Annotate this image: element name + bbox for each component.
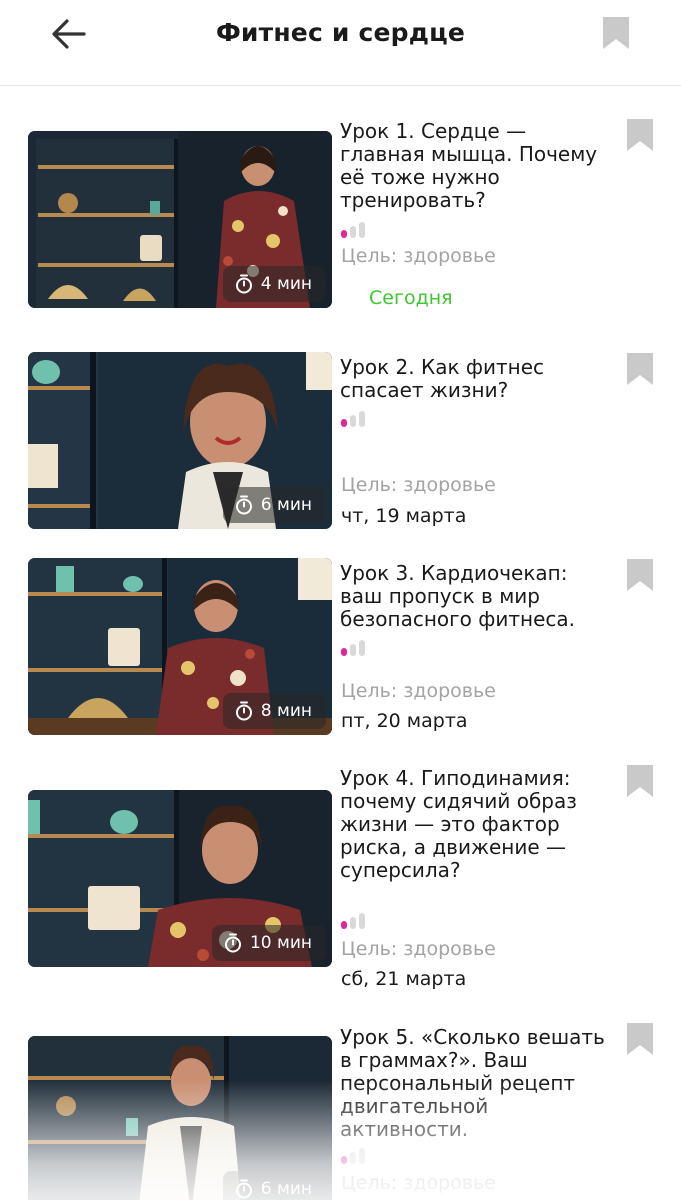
duration-badge: 6 мин xyxy=(222,487,326,523)
duration-badge: 4 мин xyxy=(222,266,326,302)
lesson-thumbnail[interactable]: 8 мин xyxy=(28,558,332,735)
lesson-thumbnail[interactable]: 6 мин xyxy=(28,1036,332,1200)
lesson-title[interactable]: Урок 4. Гиподинамия: почему сидячий обра… xyxy=(340,767,610,882)
lesson-thumbnail[interactable]: 4 мин xyxy=(28,131,332,308)
bookmark-icon xyxy=(627,1023,653,1055)
duration-text: 4 мин xyxy=(260,274,312,294)
duration-text: 8 мин xyxy=(260,701,312,721)
lesson-goal: Цель: здоровье xyxy=(341,245,496,267)
lesson-title[interactable]: Урок 1. Сердце — главная мышца. Почему е… xyxy=(340,120,610,212)
duration-badge: 6 мин xyxy=(222,1171,326,1200)
lesson-date: сб, 21 марта xyxy=(341,968,467,990)
bookmark-icon xyxy=(627,559,653,591)
duration-text: 6 мин xyxy=(260,1179,312,1199)
lesson-goal: Цель: здоровье xyxy=(341,938,496,960)
top-bar: Фитнес и сердце xyxy=(0,0,681,86)
bookmark-icon xyxy=(627,765,653,797)
duration-badge: 8 мин xyxy=(222,693,326,729)
lesson-bookmark-button[interactable] xyxy=(626,1022,654,1056)
difficulty-level-indicator xyxy=(341,411,367,427)
difficulty-level-indicator xyxy=(341,913,367,929)
duration-badge: 10 мин xyxy=(211,925,326,961)
bookmark-icon xyxy=(627,353,653,385)
lesson-title[interactable]: Урок 3. Кардиочекап: ваш пропуск в мир б… xyxy=(340,562,610,631)
lesson-title[interactable]: Урок 2. Как фитнес спасает жизни? xyxy=(340,356,610,402)
lesson-thumbnail[interactable]: 10 мин xyxy=(28,790,332,967)
bookmark-icon xyxy=(627,119,653,151)
bookmark-icon xyxy=(603,17,629,49)
lesson-date: пт, 20 марта xyxy=(341,710,468,732)
lesson-bookmark-button[interactable] xyxy=(626,764,654,798)
lesson-date: Сегодня xyxy=(369,287,453,309)
lesson-goal: Цель: здоровье xyxy=(341,1172,496,1194)
lesson-thumbnail[interactable]: 6 мин xyxy=(28,352,332,529)
timer-icon xyxy=(235,1179,252,1199)
lesson-goal: Цель: здоровье xyxy=(341,474,496,496)
timer-icon xyxy=(235,701,252,721)
lesson-bookmark-button[interactable] xyxy=(626,558,654,592)
bookmark-button[interactable] xyxy=(602,16,630,50)
timer-icon xyxy=(235,495,252,515)
lesson-goal: Цель: здоровье xyxy=(341,680,496,702)
lesson-bookmark-button[interactable] xyxy=(626,352,654,386)
duration-text: 10 мин xyxy=(249,933,312,953)
difficulty-level-indicator xyxy=(341,1148,367,1164)
lesson-title[interactable]: Урок 5. «Сколько вешать в граммах?». Ваш… xyxy=(340,1026,610,1141)
lesson-bookmark-button[interactable] xyxy=(626,118,654,152)
timer-icon xyxy=(224,933,241,953)
page-title: Фитнес и сердце xyxy=(215,18,466,47)
timer-icon xyxy=(235,274,252,294)
difficulty-level-indicator xyxy=(341,640,367,656)
lesson-date: чт, 19 марта xyxy=(341,505,467,527)
duration-text: 6 мин xyxy=(260,495,312,515)
difficulty-level-indicator xyxy=(341,222,367,238)
